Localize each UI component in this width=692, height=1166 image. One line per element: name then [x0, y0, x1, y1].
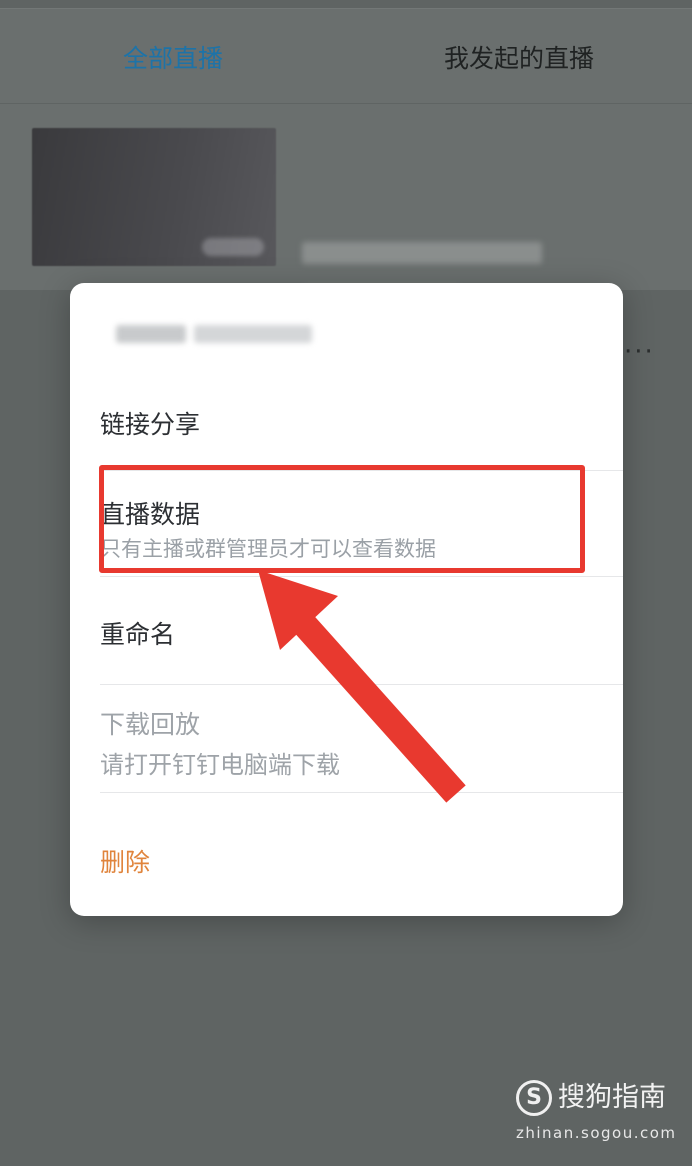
delete-label: 删除	[100, 848, 151, 877]
menu-item-download-replay: 下载回放 请打开钉钉电脑端下载	[70, 685, 623, 793]
annotation-highlight-box	[99, 465, 585, 573]
live-list-item[interactable]: ···	[0, 104, 692, 368]
watermark-title: 搜狗指南	[558, 1082, 666, 1113]
thumbnail-badge	[202, 238, 264, 256]
blurred-header-text	[194, 325, 312, 343]
sogou-watermark: S 搜狗指南 zhinan.sogou.com	[516, 1080, 676, 1150]
tab-my-live[interactable]: 我发起的直播	[346, 9, 692, 103]
menu-item-hint: 请打开钉钉电脑端下载	[100, 751, 340, 779]
menu-item-rename[interactable]: 重命名	[70, 577, 623, 685]
blurred-title	[302, 242, 542, 264]
more-dots-icon[interactable]: ···	[624, 339, 664, 365]
blurred-header-text	[116, 325, 186, 343]
action-sheet-dialog: 链接分享 直播数据 只有主播或群管理员才可以查看数据 重命名 下载回放 请打开钉…	[70, 283, 623, 916]
sogou-logo-icon: S	[516, 1080, 552, 1116]
menu-item-label: 重命名	[100, 620, 176, 649]
tab-all-live[interactable]: 全部直播	[0, 9, 346, 103]
tab-bar: 全部直播 我发起的直播	[0, 8, 692, 110]
menu-item-label: 下载回放	[100, 710, 201, 739]
watermark-url: zhinan.sogou.com	[516, 1124, 677, 1142]
dialog-header-blurred	[70, 283, 623, 383]
menu-item-link-share[interactable]: 链接分享	[70, 383, 623, 471]
menu-item-label: 链接分享	[100, 410, 201, 439]
live-thumbnail[interactable]	[32, 128, 276, 266]
menu-item-delete[interactable]: 删除	[70, 793, 623, 916]
